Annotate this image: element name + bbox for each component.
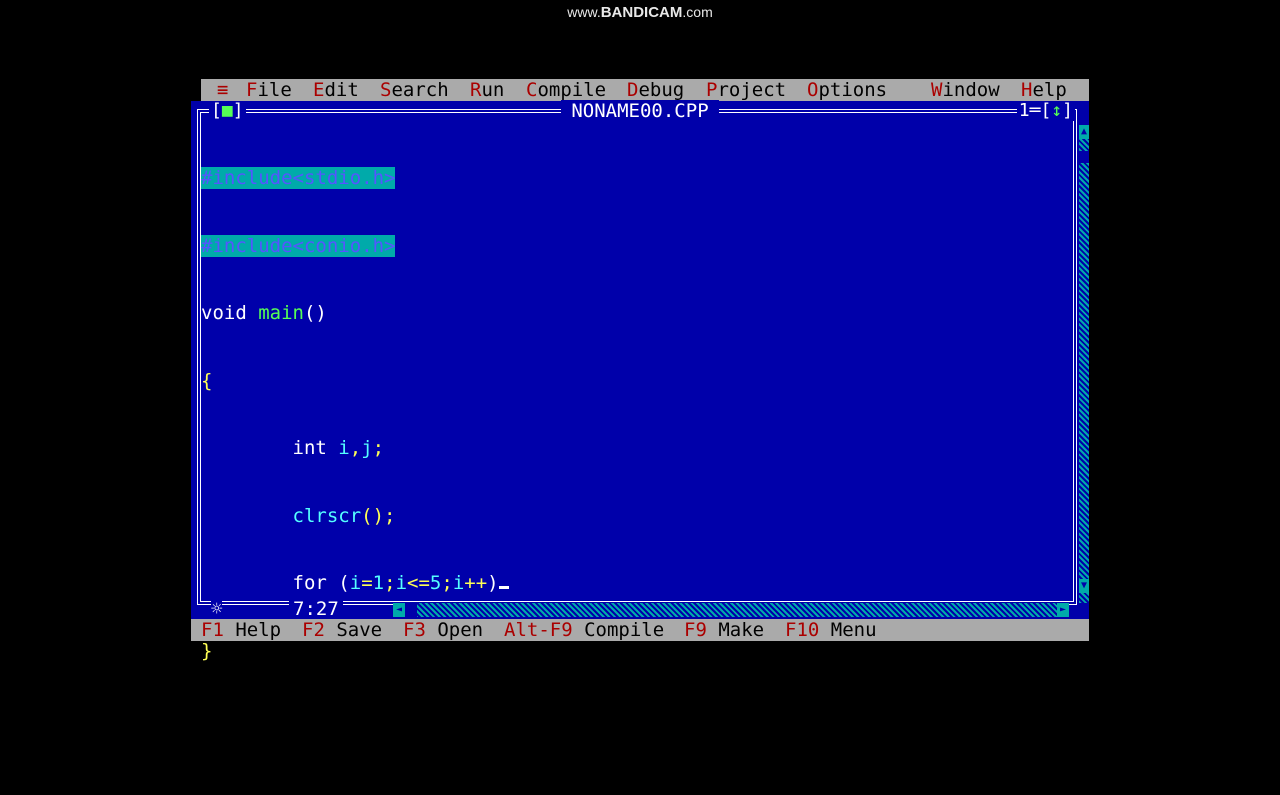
scroll-left-icon[interactable]: ◄	[393, 603, 405, 617]
code-line: #include<conio.h>	[201, 234, 396, 257]
code-line: for (i=1;i<=5;i++)	[201, 572, 509, 595]
zoom-icon: ↕	[1051, 100, 1063, 121]
hotkey-menu[interactable]: F10 Menu	[785, 619, 877, 641]
turbo-cpp-screen: ≡ File Edit Search Run Compile Debug Pro…	[191, 79, 1089, 662]
window-title: NONAME00.CPP	[191, 100, 1089, 122]
hotkey-compile[interactable]: Alt-F9 Compile	[504, 619, 664, 641]
scroll-right-icon[interactable]: ►	[1057, 603, 1069, 617]
code-line: #include<stdio.h>	[201, 167, 396, 189]
menu-file[interactable]: File	[246, 79, 292, 101]
menu-bar: ≡ File Edit Search Run Compile Debug Pro…	[201, 79, 1089, 101]
text-cursor	[498, 572, 509, 589]
code-line: void main()	[201, 302, 327, 324]
status-line: ☼ 7:27 ◄ ►	[191, 599, 1089, 619]
bandicam-watermark: www.BANDICAM.com	[567, 4, 713, 21]
hotkey-help[interactable]: F1 Help	[201, 619, 281, 641]
horizontal-scroll-thumb[interactable]	[405, 603, 417, 617]
system-menu[interactable]: ≡	[217, 79, 228, 101]
code-line: int i,j;	[292, 437, 385, 459]
code-line: clrscr();	[292, 504, 396, 527]
vertical-scrollbar[interactable]	[1079, 125, 1089, 603]
menu-search[interactable]: Search	[380, 79, 449, 101]
menu-help[interactable]: Help	[1021, 79, 1067, 101]
menu-debug[interactable]: Debug	[627, 79, 684, 101]
hotkey-make[interactable]: F9 Make	[684, 619, 764, 641]
scroll-down-icon[interactable]: ▼	[1079, 579, 1089, 593]
code-line: }	[201, 640, 509, 663]
cursor-position: 7:27	[289, 599, 343, 619]
editor-window[interactable]: NONAME00.CPP [■] 1═[↕] #include<stdio.h>…	[191, 100, 1089, 662]
hotkey-save[interactable]: F2 Save	[302, 619, 382, 641]
horizontal-scrollbar[interactable]	[393, 603, 1069, 617]
menu-window[interactable]: Window	[931, 79, 1000, 101]
modified-indicator-icon: ☼	[211, 598, 223, 620]
window-number[interactable]: 1═[↕]	[1016, 100, 1075, 121]
hotkey-bar: F1 Help F2 Save F3 Open Alt-F9 Compile F…	[191, 619, 1089, 641]
code-line: {	[201, 369, 213, 392]
vertical-scroll-thumb[interactable]	[1079, 151, 1089, 163]
scroll-up-icon[interactable]: ▲	[1079, 125, 1089, 139]
menu-run[interactable]: Run	[470, 79, 504, 101]
menu-compile[interactable]: Compile	[526, 79, 606, 101]
menu-edit[interactable]: Edit	[313, 79, 359, 101]
close-box-icon[interactable]: [■]	[209, 101, 246, 121]
menu-project[interactable]: Project	[706, 79, 786, 101]
menu-options[interactable]: Options	[807, 79, 887, 101]
hotkey-open[interactable]: F3 Open	[403, 619, 483, 641]
